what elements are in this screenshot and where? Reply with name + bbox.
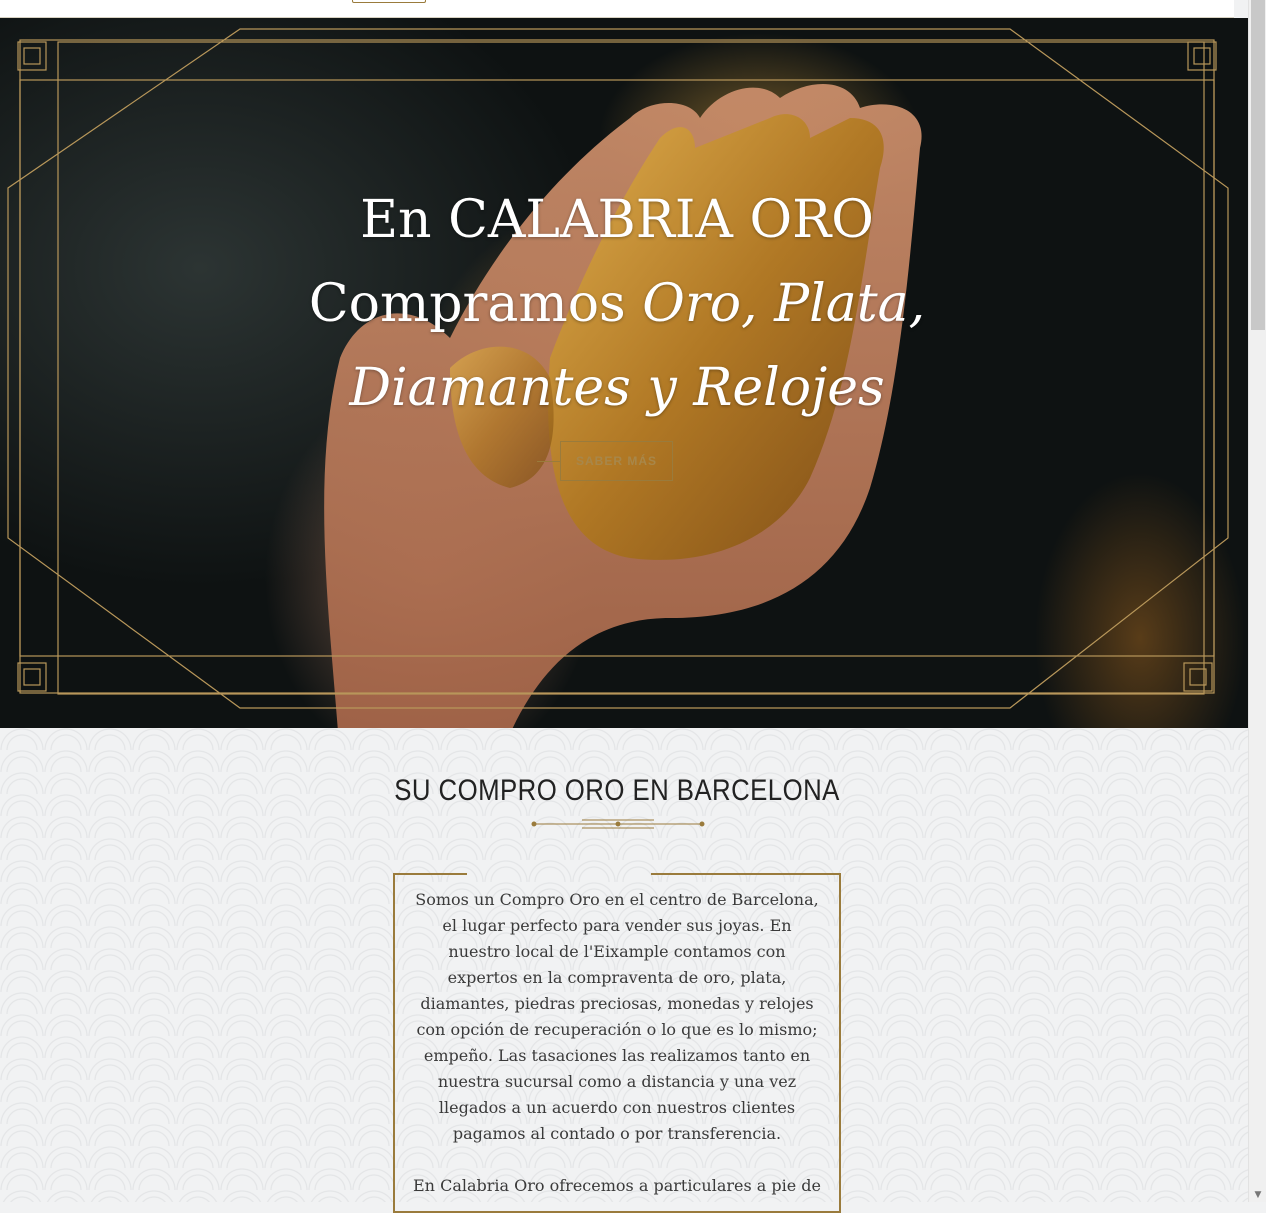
intro-paragraph-1: Somos un Compro Oro en el centro de Barc… xyxy=(415,890,819,1143)
saber-mas-button[interactable]: SABER MÁS xyxy=(560,441,673,481)
box-top-right-rule xyxy=(651,873,841,875)
hero-line-2: Compramos Oro, Plata, xyxy=(0,262,1234,346)
cta-group: SABER MÁS xyxy=(537,441,677,483)
triangle-down-icon[interactable]: ▼ xyxy=(1253,1190,1263,1200)
site-header xyxy=(0,0,1234,18)
section-title: SU COMPRO ORO EN BARCELONA xyxy=(394,774,840,807)
title-divider xyxy=(531,819,705,829)
hero-line-3: Diamantes y Relojes xyxy=(349,358,885,418)
cta-accent-line xyxy=(537,461,561,462)
hero-banner: En CALABRIA ORO Compramos Oro, Plata, Di… xyxy=(0,18,1248,728)
hero-heading: En CALABRIA ORO Compramos Oro, Plata, Di… xyxy=(0,178,1234,430)
hero-line-2-plain: Compramos xyxy=(308,274,643,334)
intro-text-box: Somos un Compro Oro en el centro de Barc… xyxy=(393,873,841,1213)
page-scrollbar[interactable]: ▼ xyxy=(1248,0,1266,1202)
hero-line-2-italic: Oro, Plata, xyxy=(642,274,926,334)
scrollbar-thumb[interactable] xyxy=(1251,0,1265,330)
box-top-left-rule xyxy=(393,873,467,875)
intro-section: SU COMPRO ORO EN BARCELONA Somos un Comp… xyxy=(0,728,1248,1213)
hero-line-1: En CALABRIA ORO xyxy=(360,190,874,250)
intro-paragraph-2: En Calabria Oro ofrecemos a particulares… xyxy=(413,1176,822,1195)
header-logo-tab[interactable] xyxy=(352,0,426,3)
